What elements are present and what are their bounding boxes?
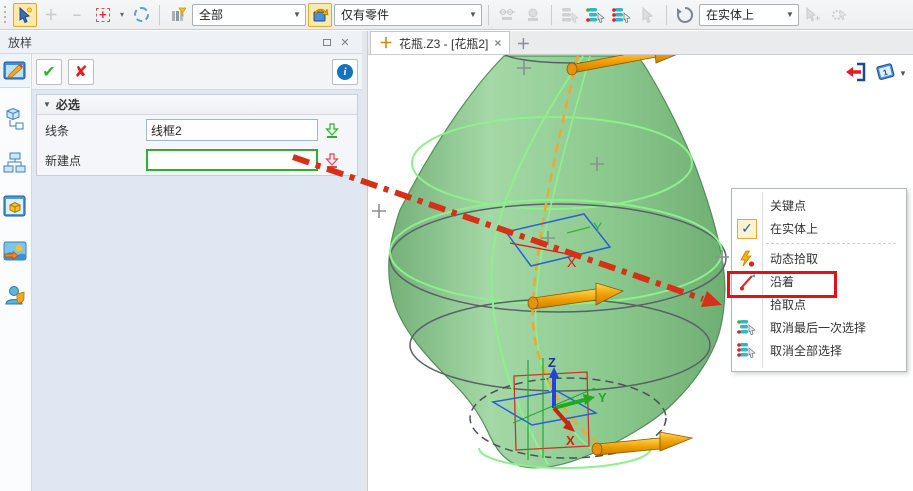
cursor-plus-icon[interactable]: + bbox=[801, 3, 825, 27]
handle-move-icon[interactable] bbox=[495, 3, 519, 27]
info-button[interactable]: i bbox=[332, 59, 358, 85]
required-section-header[interactable]: ▼ 必选 bbox=[37, 95, 357, 115]
view-orientation-icon[interactable]: 1▼ bbox=[875, 61, 905, 86]
menu-item-along[interactable]: 沿着 bbox=[732, 270, 906, 293]
combo-caret-icon: ▼ bbox=[289, 10, 305, 19]
cube-window-icon bbox=[3, 195, 27, 219]
menu-separator bbox=[732, 240, 906, 247]
triad-x-label: X bbox=[566, 433, 575, 448]
unselect-all-toolbar-icon[interactable] bbox=[610, 3, 634, 27]
sidebar-item-visual-manager[interactable] bbox=[0, 190, 30, 224]
lines-dropdown-icon[interactable] bbox=[318, 122, 346, 138]
panel-toolbar: ✔ ✘ i bbox=[32, 54, 362, 90]
triad-z-label: Z bbox=[548, 355, 556, 370]
lines-input[interactable] bbox=[146, 119, 318, 141]
scope-value: 仅有零件 bbox=[341, 6, 465, 23]
menu-item-unselect-last[interactable]: 取消最后一次选择 bbox=[732, 316, 906, 339]
pick-list-icon[interactable] bbox=[558, 3, 582, 27]
svg-text:▼: ▼ bbox=[899, 69, 905, 78]
sidebar-item-user[interactable] bbox=[0, 278, 30, 312]
gear-cursor-icon[interactable] bbox=[827, 3, 851, 27]
user-icon bbox=[3, 284, 27, 306]
cube-tree-icon bbox=[3, 107, 27, 131]
scope-combo[interactable]: 仅有零件 ▼ bbox=[334, 4, 482, 26]
smart-pick-cursor-icon[interactable] bbox=[13, 3, 37, 27]
lightning-icon bbox=[732, 250, 762, 268]
collapse-triangle-icon: ▼ bbox=[43, 100, 51, 109]
cursor-icon[interactable] bbox=[636, 3, 660, 27]
pick-context-menu: 关键点 ✓ 在实体上 动态拾取 沿着 拾取点 取消最后一次选择 bbox=[731, 188, 907, 372]
document-icon: ＋ bbox=[379, 33, 393, 53]
panel-float-icon[interactable] bbox=[318, 34, 336, 50]
menu-item-keypoint[interactable]: 关键点 bbox=[732, 194, 906, 217]
menu-item-on-entity[interactable]: ✓ 在实体上 bbox=[732, 217, 906, 240]
panel-title: 放样 bbox=[8, 34, 318, 51]
toolbar-grip[interactable] bbox=[4, 6, 9, 24]
panel-titlebar: 放样 ✕ bbox=[0, 31, 362, 54]
top-toolbar: ＋ − ▾ 全部 ▼ 仅有零件 ▼ bbox=[0, 0, 913, 30]
edit-panel-icon bbox=[3, 60, 27, 82]
mid-plane-x-label: X bbox=[567, 254, 577, 270]
unselect-last-toolbar-icon[interactable] bbox=[584, 3, 608, 27]
entity-filter-combo[interactable]: 全部 ▼ bbox=[192, 4, 306, 26]
menu-item-unselect-all[interactable]: 取消全部选择 bbox=[732, 339, 906, 362]
svg-text:+: + bbox=[815, 13, 820, 23]
tab-close-icon[interactable]: × bbox=[494, 36, 501, 50]
required-section: ▼ 必选 线条 新建点 bbox=[36, 94, 358, 176]
exit-sketch-icon[interactable] bbox=[845, 61, 867, 86]
handle-snap-icon[interactable] bbox=[521, 3, 545, 27]
part-scope-icon[interactable] bbox=[308, 3, 332, 27]
pick-region-icon[interactable] bbox=[91, 3, 115, 27]
combo-caret-icon: ▼ bbox=[465, 10, 481, 19]
combo-caret-icon: ▼ bbox=[782, 10, 798, 19]
loft-panel: ✔ ✘ i ▼ 必选 线条 新建点 bbox=[32, 54, 362, 491]
menu-item-dynamic-pick[interactable]: 动态拾取 bbox=[732, 247, 906, 270]
sidebar-item-manager-tree[interactable] bbox=[0, 102, 30, 136]
add-pick-icon[interactable]: ＋ bbox=[39, 3, 63, 27]
lines-field-row: 线条 bbox=[37, 115, 357, 145]
required-section-label: 必选 bbox=[56, 96, 80, 113]
menu-icon-separator bbox=[762, 192, 763, 368]
image-icon bbox=[3, 240, 27, 262]
reorient-icon[interactable] bbox=[673, 3, 697, 27]
newpoint-field-row: 新建点 bbox=[37, 145, 357, 175]
lines-field-label: 线条 bbox=[41, 122, 146, 139]
pick-mode-value: 在实体上 bbox=[706, 6, 782, 23]
zw3d-window: ＋ − ▾ 全部 ▼ 仅有零件 ▼ bbox=[0, 0, 913, 491]
sidebar-item-edit-panel[interactable] bbox=[0, 54, 30, 88]
newpoint-field-label: 新建点 bbox=[41, 152, 146, 169]
remove-pick-icon[interactable]: − bbox=[65, 3, 89, 27]
hierarchy-icon bbox=[3, 152, 27, 174]
pick-mode-combo[interactable]: 在实体上 ▼ bbox=[699, 4, 799, 26]
sidebar-item-render[interactable] bbox=[0, 234, 30, 268]
newpoint-dropdown-icon[interactable] bbox=[318, 152, 346, 168]
sidebar-item-history[interactable] bbox=[0, 146, 30, 180]
checked-icon: ✓ bbox=[737, 219, 757, 239]
menu-item-pick-point[interactable]: 拾取点 bbox=[732, 293, 906, 316]
mid-plane-y-label: Y bbox=[593, 219, 603, 235]
ok-button[interactable]: ✔ bbox=[36, 59, 62, 85]
cancel-button[interactable]: ✘ bbox=[68, 59, 94, 85]
info-icon: i bbox=[337, 64, 353, 80]
column-filter-icon[interactable] bbox=[166, 3, 190, 27]
panel-close-icon[interactable]: ✕ bbox=[336, 34, 354, 50]
pick-region-caret-icon[interactable]: ▾ bbox=[117, 3, 127, 27]
pen-icon bbox=[732, 273, 762, 291]
unselect-last-icon bbox=[732, 319, 762, 336]
triad-y-label: Y bbox=[598, 390, 607, 405]
viewport-corner-tools: 1▼ bbox=[845, 61, 905, 86]
entity-filter-value: 全部 bbox=[199, 6, 289, 23]
active-document-tab[interactable]: ＋ 花瓶.Z3 - [花瓶2] × bbox=[370, 31, 510, 54]
document-tabbar: ＋ 花瓶.Z3 - [花瓶2] × ＋ bbox=[368, 31, 913, 55]
unselect-all-icon bbox=[732, 342, 762, 359]
lasso-pick-icon[interactable] bbox=[129, 3, 153, 27]
document-tab-title: 花瓶.Z3 - [花瓶2] bbox=[399, 35, 488, 52]
newpoint-input[interactable] bbox=[146, 149, 318, 171]
new-tab-button[interactable]: ＋ bbox=[510, 34, 536, 54]
left-sidebar bbox=[0, 54, 32, 491]
